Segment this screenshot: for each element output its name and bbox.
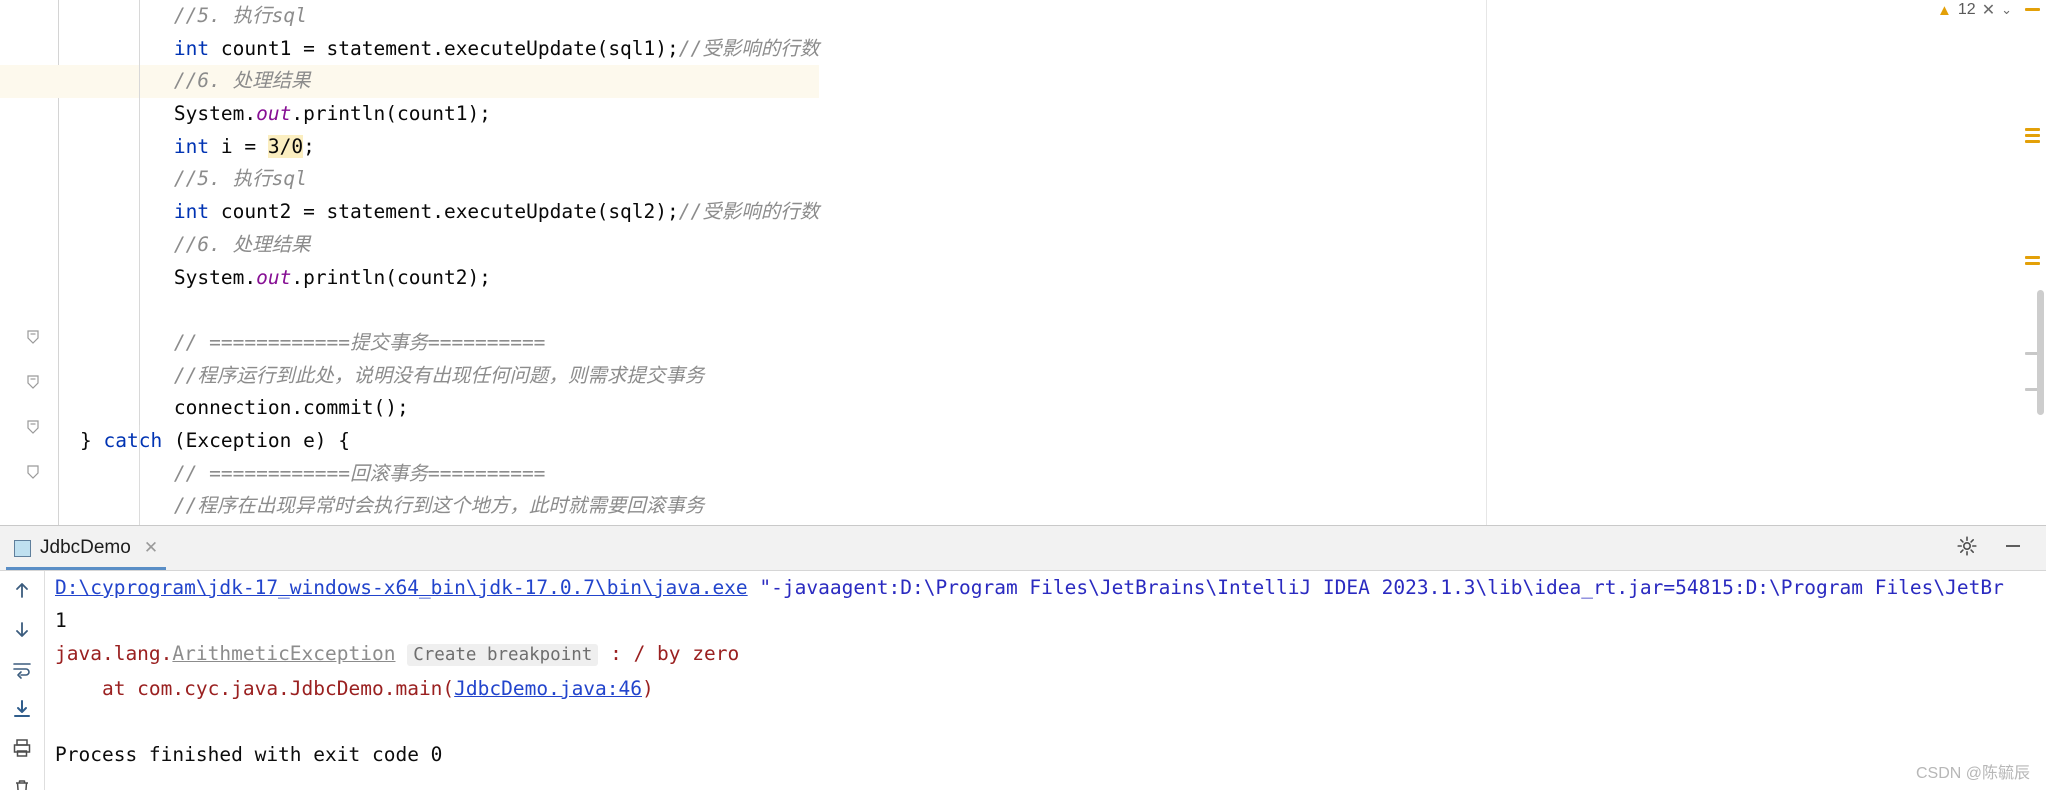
code-token: int (173, 36, 210, 60)
exception-message: : / by zero (598, 642, 740, 665)
console-line-finished: Process finished with exit code 0 (55, 743, 443, 766)
code-token: //6. 处理结果 (173, 232, 311, 256)
minimize-icon[interactable] (2002, 535, 2024, 561)
fold-marker-icon[interactable] (26, 375, 40, 389)
error-stripe-markers[interactable] (2020, 0, 2046, 525)
chevron-down-icon[interactable]: ⌄ (2001, 2, 2012, 18)
code-token: connection.commit(); (173, 396, 409, 420)
code-line[interactable]: connection.commit(); (58, 392, 819, 425)
fold-marker-icon[interactable] (26, 465, 40, 479)
exception-class-link[interactable]: ArithmeticException (172, 642, 395, 665)
code-line[interactable]: int i = 3/0; (58, 131, 819, 164)
console-line-stdout: 1 (55, 609, 67, 632)
code-token: int (173, 200, 210, 224)
tab-label: JdbcDemo (40, 537, 131, 558)
run-tab-actions (1956, 535, 2046, 561)
fold-marker-icon[interactable] (26, 420, 40, 434)
code-token: //5. 执行sql (173, 4, 307, 27)
rerun-up-icon[interactable] (9, 579, 35, 602)
run-tab-bar: JdbcDemo ✕ (0, 526, 2046, 571)
create-breakpoint-link[interactable]: Create breakpoint (407, 644, 599, 666)
watermark-text: CSDN @陈毓辰 (1915, 765, 2030, 782)
code-line[interactable]: System.out.println(count2); (58, 262, 819, 295)
code-line[interactable]: //程序运行到此处，说明没有出现任何问题，则需求提交事务 (58, 360, 819, 393)
tab-jdbcdemo[interactable]: JdbcDemo ✕ (0, 526, 172, 570)
code-line[interactable]: // ============回滚事务========== (58, 458, 819, 491)
console-icon (14, 539, 31, 557)
console-line-exception: java.lang.ArithmeticException Create bre… (55, 637, 2046, 672)
exception-package: java.lang. (55, 642, 173, 665)
code-token: (Exception e) { (162, 428, 351, 452)
code-token: int (173, 134, 210, 158)
code-token: out (256, 102, 292, 126)
code-text[interactable]: //5. 执行sql int count1 = statement.execut… (0, 0, 820, 523)
console-line-stacktrace: at com.cyc.java.JdbcDemo.main(JdbcDemo.j… (55, 672, 2046, 705)
code-line[interactable]: // ============提交事务========== (58, 327, 819, 360)
trash-icon[interactable] (9, 777, 35, 790)
code-token: //6. 处理结果 (173, 69, 311, 93)
stacktrace-close-paren: ) (642, 677, 654, 700)
code-token: i = (209, 134, 268, 158)
code-token: } (80, 428, 104, 452)
close-icon[interactable]: ✕ (1982, 0, 1995, 20)
code-token: //程序运行到此处，说明没有出现任何问题，则需求提交事务 (173, 363, 705, 387)
stacktrace-frame: at com.cyc.java.JdbcDemo.main( (55, 677, 455, 700)
code-token: System. (173, 102, 257, 126)
code-token: count2 = statement.executeUpdate(sql2); (209, 200, 679, 224)
java-exe-path-link[interactable]: D:\cyprogram\jdk-17_windows-x64_bin\jdk-… (55, 576, 748, 599)
warning-triangle-icon: ▲ (1937, 1, 1952, 19)
soft-wrap-icon[interactable] (9, 658, 35, 681)
code-line[interactable]: //程序在出现异常时会执行到这个地方，此时就需要回滚事务 (58, 490, 819, 523)
code-token: ; (303, 134, 315, 158)
code-line[interactable]: int count1 = statement.executeUpdate(sql… (58, 33, 819, 66)
editor-scrollbar-thumb[interactable] (2037, 290, 2044, 415)
inspection-warning-badge[interactable]: ▲ 12 ✕ ⌄ (1937, 0, 2012, 20)
code-token: // ============提交事务========== (173, 330, 546, 354)
rerun-down-icon[interactable] (9, 619, 35, 642)
code-line[interactable]: } catch (Exception e) { (58, 425, 819, 458)
code-token: count1 = statement.executeUpdate(sql1); (209, 36, 679, 60)
console-toolbar[interactable] (0, 571, 44, 790)
code-line[interactable]: //6. 处理结果 (0, 65, 820, 99)
code-token: catch (103, 428, 163, 452)
code-line[interactable] (58, 294, 819, 327)
code-token: //受影响的行数 (678, 200, 820, 224)
run-tool-window: JdbcDemo ✕ D:\cyprogram\jdk-17_windows-x… (0, 525, 2046, 790)
code-token: 3/0 (267, 134, 304, 158)
code-token: .println(count2); (291, 265, 491, 289)
code-line[interactable]: int count2 = statement.executeUpdate(sql… (58, 196, 819, 229)
indent-guide (139, 0, 140, 425)
code-folding-markers[interactable] (26, 330, 50, 510)
code-token: //5. 执行sql (173, 167, 307, 191)
code-token: out (256, 265, 292, 289)
fold-marker-icon[interactable] (26, 330, 40, 344)
scroll-to-end-icon[interactable] (9, 698, 35, 721)
code-line[interactable]: //5. 执行sql (58, 0, 819, 33)
gear-icon[interactable] (1956, 535, 1978, 561)
code-token: //程序在出现异常时会执行到这个地方，此时就需要回滚事务 (173, 494, 705, 518)
warning-count: 12 (1957, 1, 1976, 18)
console-line-command: D:\cyprogram\jdk-17_windows-x64_bin\jdk-… (55, 571, 2046, 604)
close-icon[interactable]: ✕ (144, 538, 158, 558)
code-line[interactable]: //6. 处理结果 (58, 229, 819, 262)
code-line[interactable]: //5. 执行sql (58, 163, 819, 196)
right-margin-line (1486, 0, 1487, 525)
source-file-link[interactable]: JdbcDemo.java:46 (454, 677, 642, 700)
print-icon[interactable] (9, 737, 35, 760)
code-token: //受影响的行数 (678, 36, 820, 60)
intellij-idea-window: //5. 执行sql int count1 = statement.execut… (0, 0, 2046, 790)
console-output[interactable]: D:\cyprogram\jdk-17_windows-x64_bin\jdk-… (44, 571, 2046, 790)
code-line[interactable]: System.out.println(count1); (58, 98, 819, 131)
code-token: .println(count1); (291, 102, 491, 126)
code-token: // ============回滚事务========== (173, 461, 546, 485)
code-editor[interactable]: //5. 执行sql int count1 = statement.execut… (0, 0, 2046, 525)
code-token: System. (173, 265, 257, 289)
java-command-args: "-javaagent:D:\Program Files\JetBrains\I… (747, 576, 2004, 599)
